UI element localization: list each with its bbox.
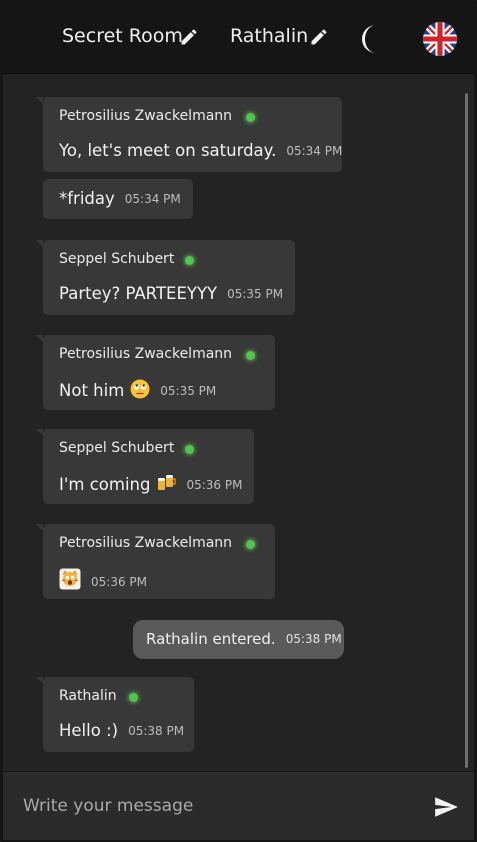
message-text-line: Yo, let's meet on saturday. 05:34 PM bbox=[59, 141, 342, 160]
message-time: 05:35 PM bbox=[160, 384, 217, 398]
message-text-line: Partey? PARTEEYYY 05:35 PM bbox=[59, 284, 283, 303]
top-bar: Secret Room Rathalin bbox=[3, 3, 474, 74]
beer-mugs-emoji-icon bbox=[158, 475, 177, 490]
user-name: Rathalin bbox=[230, 25, 309, 47]
message-sender: Seppel Schubert bbox=[59, 251, 175, 267]
online-status-dot bbox=[185, 445, 194, 454]
message-sender: Petrosilius Zwackelmann bbox=[59, 535, 233, 551]
moon-icon[interactable] bbox=[358, 23, 386, 55]
screaming-cat-emoji-icon bbox=[59, 568, 81, 590]
message-bubble: Seppel Schubert I'm coming 05:36 PM bbox=[36, 429, 254, 504]
online-status-dot bbox=[129, 693, 138, 702]
message-text: *friday bbox=[59, 189, 115, 208]
message-input[interactable] bbox=[21, 790, 415, 822]
message-text: Yo, let's meet on saturday. bbox=[59, 141, 277, 160]
message-time: 05:36 PM bbox=[186, 478, 243, 492]
message-text-line: 05:36 PM bbox=[59, 568, 147, 591]
message-sender: Seppel Schubert bbox=[59, 440, 175, 456]
message-bubble: Seppel Schubert Partey? PARTEEYYY 05:35 P… bbox=[36, 240, 295, 315]
message-bubble: Petrosilius Zwackelmann Not him 05:35 PM bbox=[36, 335, 275, 410]
system-message-text: Rathalin entered. bbox=[146, 630, 276, 648]
edit-room-pencil-icon[interactable] bbox=[179, 27, 199, 47]
eye-roll-emoji-icon bbox=[130, 379, 150, 399]
edit-user-pencil-icon[interactable] bbox=[309, 27, 329, 47]
message-time: 05:36 PM bbox=[91, 575, 147, 589]
online-status-dot bbox=[246, 540, 255, 549]
message-sender: Rathalin bbox=[59, 688, 117, 704]
message-bubble: *friday 05:34 PM bbox=[43, 179, 193, 219]
uk-flag-icon[interactable] bbox=[423, 22, 457, 56]
message-bubble: Petrosilius Zwackelmann 05:36 PM bbox=[36, 524, 275, 599]
message-text-line: Hello :) 05:38 PM bbox=[59, 721, 184, 740]
room-name: Secret Room bbox=[62, 25, 183, 47]
system-message: Rathalin entered. 05:38 PM bbox=[133, 620, 344, 659]
chat-window: Secret Room Rathalin Petrosilius Zwackel… bbox=[0, 0, 477, 842]
message-sender: Petrosilius Zwackelmann bbox=[59, 108, 233, 124]
message-time: 05:38 PM bbox=[128, 724, 185, 738]
scrollbar[interactable] bbox=[465, 93, 468, 768]
message-text: Hello :) bbox=[59, 721, 119, 740]
message-text: Partey? PARTEEYYY bbox=[59, 284, 218, 303]
message-text-line: *friday 05:34 PM bbox=[59, 189, 181, 208]
message-sender: Petrosilius Zwackelmann bbox=[59, 346, 233, 362]
message-time: 05:35 PM bbox=[227, 287, 284, 301]
system-message-line: Rathalin entered. 05:38 PM bbox=[146, 630, 342, 648]
online-status-dot bbox=[246, 351, 255, 360]
message-text: Not him bbox=[59, 381, 125, 400]
message-bubble: Petrosilius Zwackelmann Yo, let's meet o… bbox=[36, 97, 342, 172]
message-time: 05:34 PM bbox=[286, 144, 343, 158]
message-text: I'm coming bbox=[59, 475, 151, 494]
online-status-dot bbox=[246, 113, 255, 122]
system-message-time: 05:38 PM bbox=[285, 632, 342, 646]
message-text-line: Not him 05:35 PM bbox=[59, 379, 216, 400]
online-status-dot bbox=[185, 256, 194, 265]
message-text-line: I'm coming 05:36 PM bbox=[59, 473, 242, 494]
message-bubble: Rathalin Hello :) 05:38 PM bbox=[36, 677, 194, 752]
message-time: 05:34 PM bbox=[124, 192, 181, 206]
send-icon[interactable] bbox=[431, 794, 461, 820]
composer-bar bbox=[3, 771, 474, 840]
